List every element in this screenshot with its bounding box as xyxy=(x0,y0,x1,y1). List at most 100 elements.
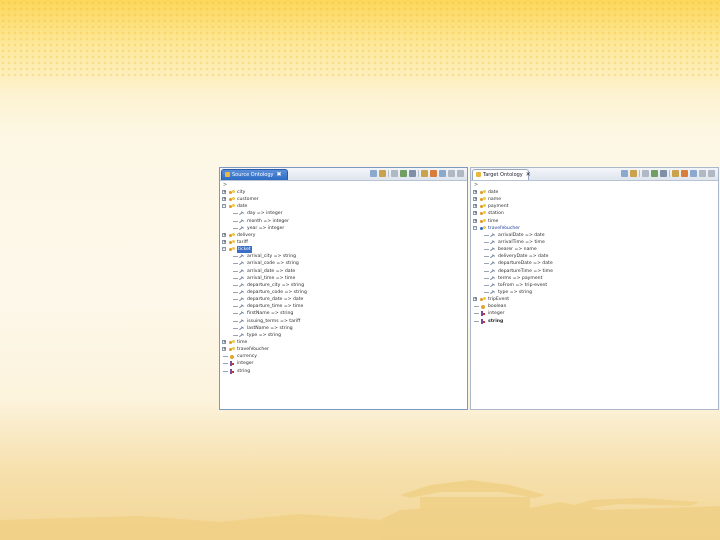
tree-row[interactable]: type => string xyxy=(473,289,716,296)
tree-row-label: departure_time => time xyxy=(247,304,304,310)
tree-row[interactable]: arrivalDate => date xyxy=(473,232,716,239)
refresh-icon[interactable] xyxy=(400,170,407,177)
tree-row[interactable]: arrivalTime => time xyxy=(473,239,716,246)
view-menu-icon[interactable] xyxy=(690,170,697,177)
add-mapping-icon[interactable] xyxy=(430,170,437,177)
tree-row[interactable]: + delivery xyxy=(222,232,465,239)
tree-row[interactable]: issuing_terms => tariff xyxy=(222,318,465,325)
expand-icon[interactable]: + xyxy=(473,204,477,209)
expand-icon[interactable]: + xyxy=(222,197,226,202)
refresh-icon[interactable] xyxy=(651,170,658,177)
tab-target-ontology[interactable]: Target Ontology ✕ xyxy=(472,169,531,180)
tree-row[interactable]: + customer xyxy=(222,196,465,203)
open-folder-icon[interactable] xyxy=(421,170,428,177)
collapse-icon[interactable]: - xyxy=(473,225,477,230)
tree-row[interactable]: currency xyxy=(222,353,465,360)
tree-row[interactable]: + tariff xyxy=(222,239,465,246)
back-icon[interactable] xyxy=(409,170,416,177)
tab-source-ontology[interactable]: Source Ontology ✖ xyxy=(221,169,288,180)
attribute-icon xyxy=(239,269,245,274)
class-icon xyxy=(229,204,235,209)
open-folder-icon[interactable] xyxy=(672,170,679,177)
expand-icon[interactable]: + xyxy=(473,218,477,223)
expand-icon[interactable]: + xyxy=(473,211,477,216)
maximize-icon[interactable] xyxy=(457,170,464,177)
tree-row[interactable]: boolean xyxy=(473,303,716,310)
ontology-tree: + date + name + payment + station + time - travelVo… xyxy=(473,189,716,325)
attribute-icon xyxy=(239,219,245,224)
attribute-icon xyxy=(490,233,496,238)
tree-row[interactable]: string xyxy=(222,368,465,375)
link-icon[interactable] xyxy=(379,170,386,177)
tree-row-label: terms => payment xyxy=(498,275,543,281)
tab-bar: Target Ontology ✕ xyxy=(471,168,718,181)
tree-row[interactable]: departure_time => time xyxy=(222,303,465,310)
close-icon[interactable]: ✕ xyxy=(526,171,531,178)
expand-all-icon[interactable] xyxy=(370,170,377,177)
minimize-icon[interactable] xyxy=(448,170,455,177)
attribute-icon xyxy=(490,247,496,252)
tree-row-label: toFrom => trip-event xyxy=(498,282,548,288)
tree-row[interactable]: + tripEvent xyxy=(473,296,716,303)
tree-row[interactable]: departure_code => string xyxy=(222,289,465,296)
tree-row[interactable]: departure_date => date xyxy=(222,296,465,303)
tree-row[interactable]: arrival_code => string xyxy=(222,260,465,267)
tree-row[interactable]: arrival_time => time xyxy=(222,275,465,282)
expand-icon[interactable]: + xyxy=(222,232,226,237)
tree-row[interactable]: day => integer xyxy=(222,210,465,217)
expand-icon[interactable]: + xyxy=(473,197,477,202)
expand-icon[interactable]: + xyxy=(473,190,477,194)
expand-all-icon[interactable] xyxy=(621,170,628,177)
expand-icon[interactable]: + xyxy=(222,339,226,344)
tree-guide-line xyxy=(233,291,238,293)
maximize-icon[interactable] xyxy=(708,170,715,177)
view-menu-icon[interactable] xyxy=(439,170,446,177)
class-icon xyxy=(229,339,235,345)
tree-row[interactable]: + station xyxy=(473,210,716,217)
tree-row[interactable]: terms => payment xyxy=(473,275,716,282)
tree-row[interactable]: + travelVoucher xyxy=(222,346,465,353)
tree-row[interactable]: + date xyxy=(473,189,716,196)
close-icon[interactable]: ✖ xyxy=(276,171,281,178)
collapse-icon[interactable]: - xyxy=(222,204,226,209)
tree-row[interactable]: - date xyxy=(222,203,465,210)
minimize-icon[interactable] xyxy=(699,170,706,177)
tree-row[interactable]: bearer => name xyxy=(473,246,716,253)
tree-row[interactable]: + city xyxy=(222,189,465,196)
tree-row[interactable]: + name xyxy=(473,196,716,203)
add-mapping-icon[interactable] xyxy=(681,170,688,177)
tree-row[interactable]: arrival_date => date xyxy=(222,268,465,275)
back-icon[interactable] xyxy=(660,170,667,177)
collapse-icon[interactable]: - xyxy=(222,247,226,252)
expand-icon[interactable]: + xyxy=(222,239,226,244)
tree-guide-line xyxy=(233,270,238,272)
tree-row[interactable]: - ticket xyxy=(222,246,465,254)
tree-row[interactable]: + time xyxy=(222,339,465,346)
tree-row-label: year => integer xyxy=(247,225,285,231)
link-icon[interactable] xyxy=(630,170,637,177)
tree-row[interactable]: month => integer xyxy=(222,218,465,225)
expand-icon[interactable]: + xyxy=(473,297,477,302)
expand-icon[interactable]: + xyxy=(222,347,226,352)
tree-row[interactable]: firstName => string xyxy=(222,310,465,317)
tree-row[interactable]: + time xyxy=(473,218,716,225)
tree-row[interactable]: departureDate => date xyxy=(473,260,716,267)
tree-row[interactable]: string xyxy=(473,318,716,325)
tree-row[interactable]: arrival_city => string xyxy=(222,253,465,260)
tree-row[interactable]: toFrom => trip-event xyxy=(473,282,716,289)
filter-icon[interactable] xyxy=(642,170,649,177)
tree-row[interactable]: - travelVoucher xyxy=(473,225,716,232)
tree-row[interactable]: deliveryDate => date xyxy=(473,253,716,260)
expand-icon[interactable]: + xyxy=(222,190,226,194)
tree-row[interactable]: + payment xyxy=(473,203,716,210)
tree-row[interactable]: integer xyxy=(473,310,716,317)
tree-row[interactable]: departureTime => time xyxy=(473,268,716,275)
filter-icon[interactable] xyxy=(391,170,398,177)
tree-row[interactable]: departure_city => string xyxy=(222,282,465,289)
tree-guide-line xyxy=(474,313,479,315)
tree-row[interactable]: type => string xyxy=(222,332,465,339)
class-icon xyxy=(229,247,235,252)
tree-row[interactable]: lastName => string xyxy=(222,325,465,332)
tree-row[interactable]: integer xyxy=(222,360,465,367)
tree-row[interactable]: year => integer xyxy=(222,225,465,232)
